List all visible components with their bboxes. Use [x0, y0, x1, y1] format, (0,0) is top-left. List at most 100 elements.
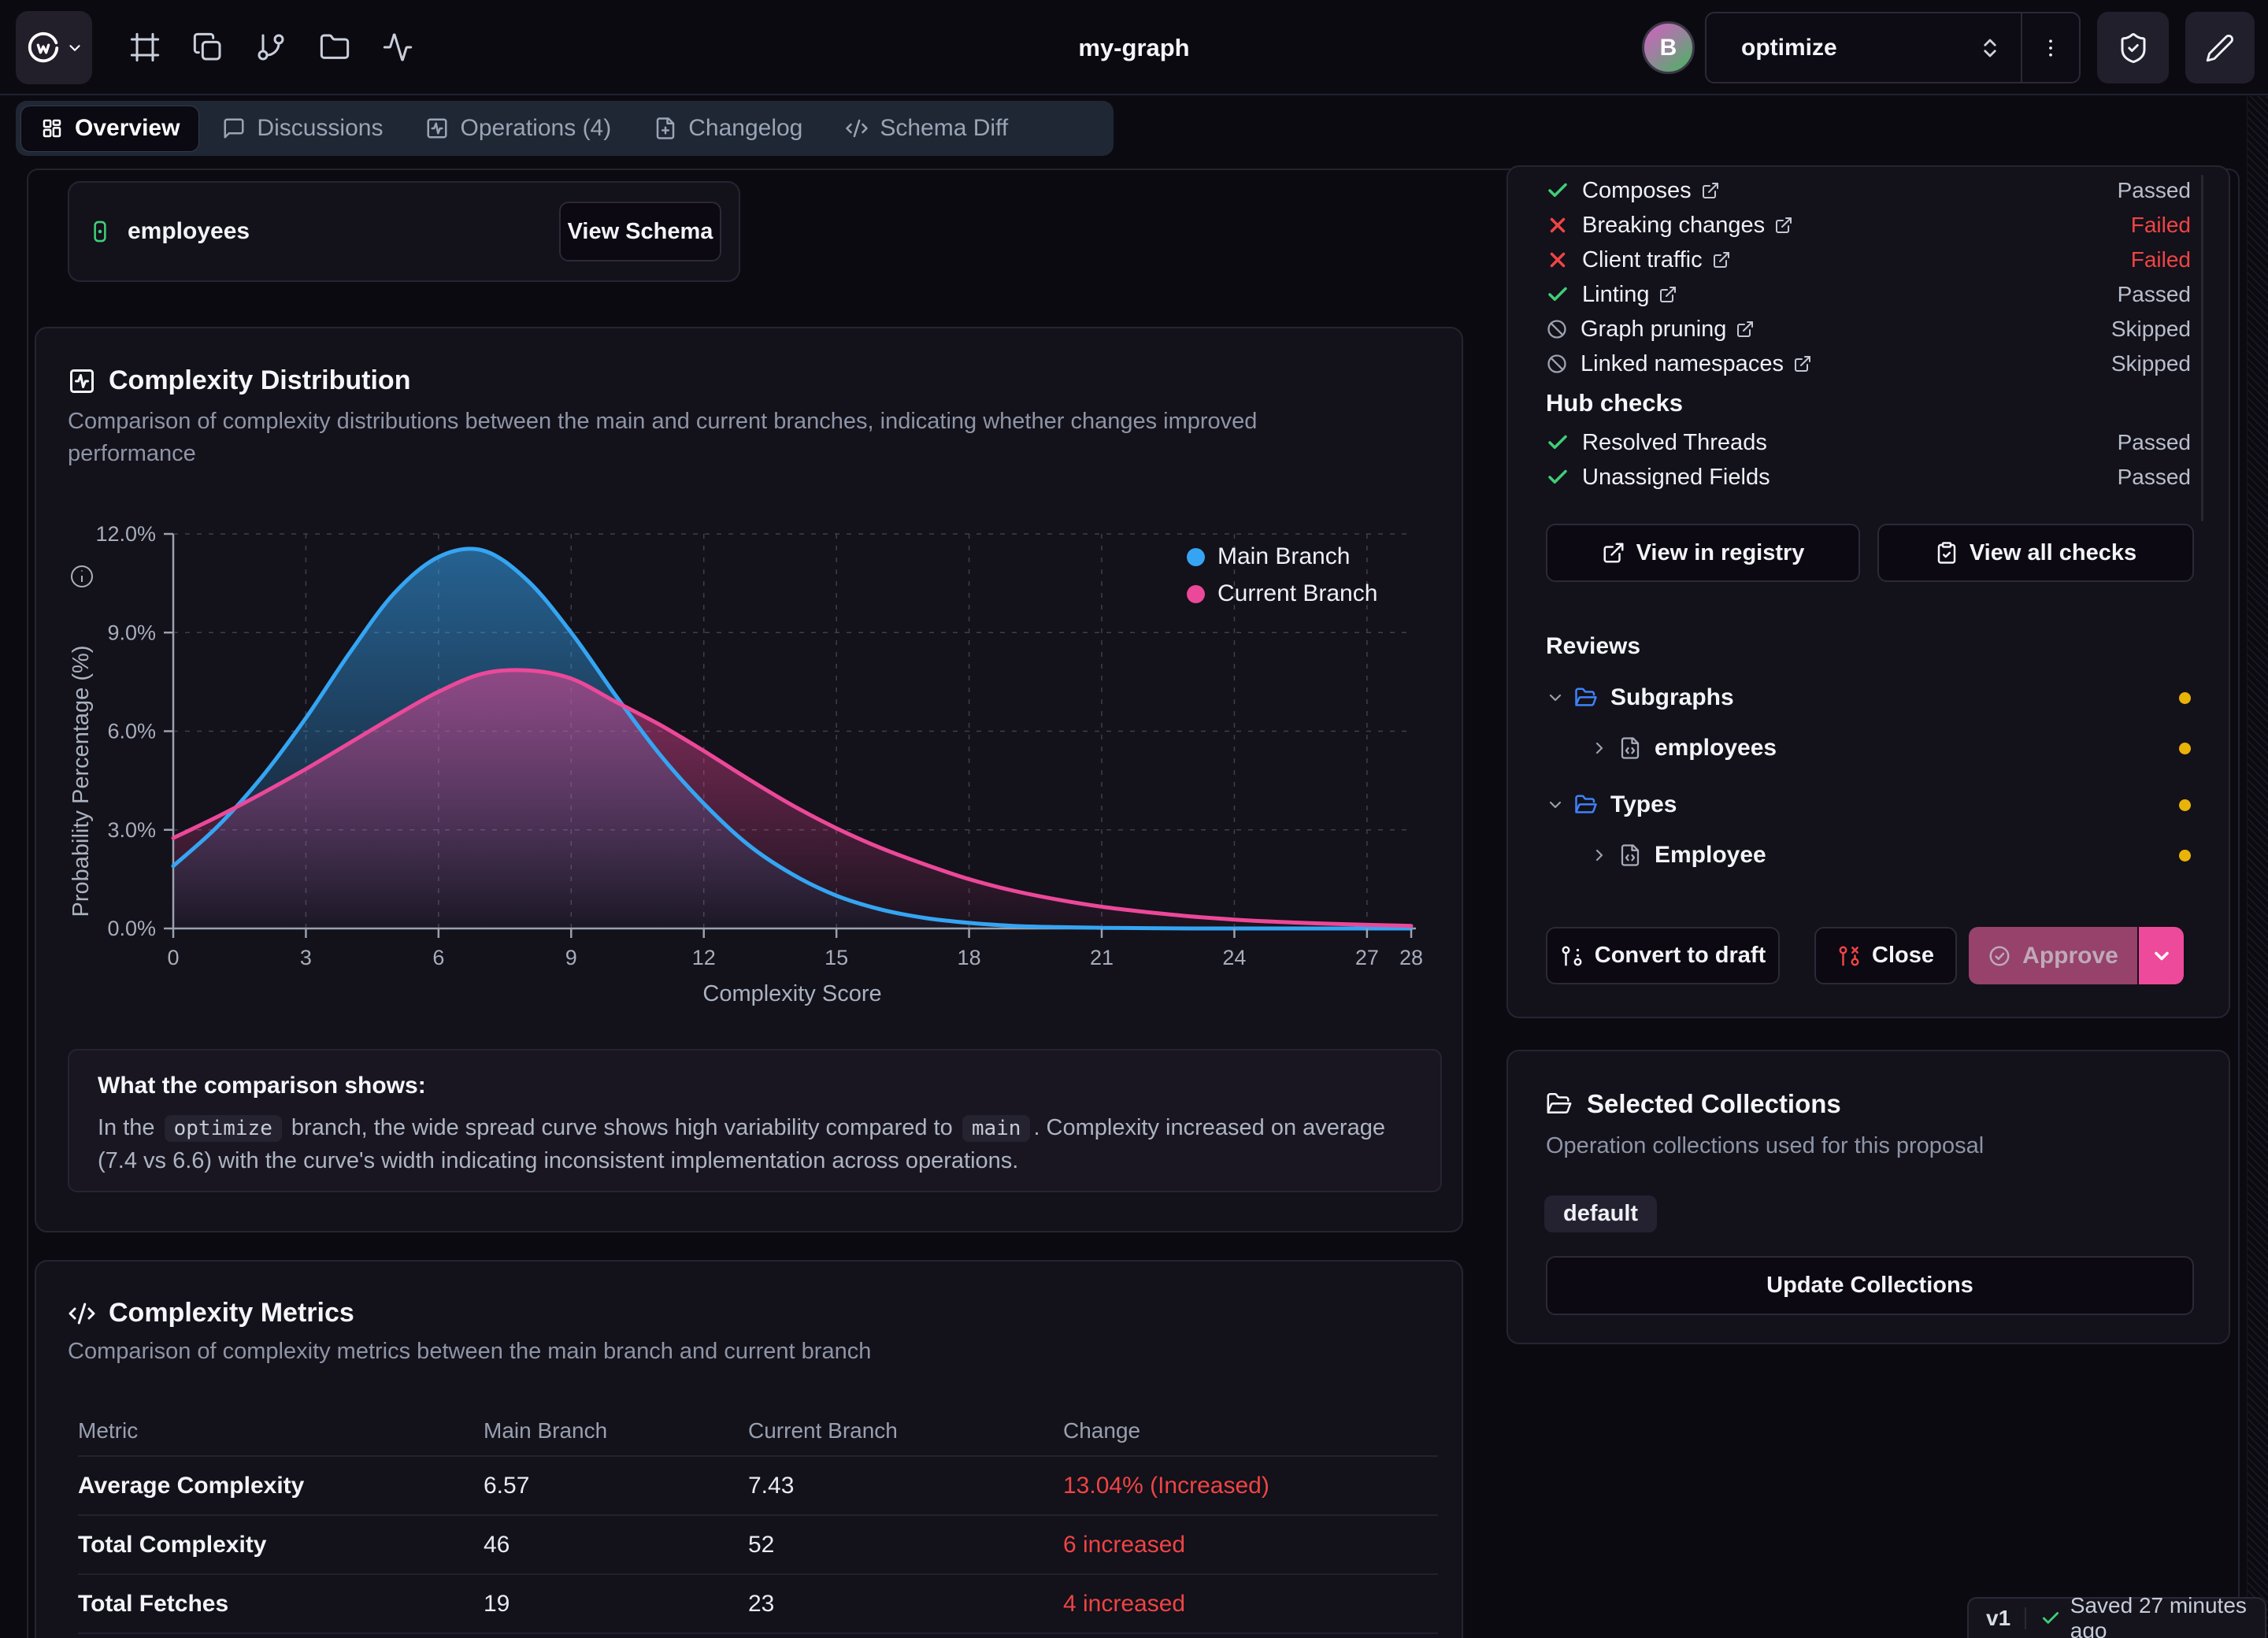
wundergraph-logo-icon [25, 30, 61, 66]
svg-text:12: 12 [692, 946, 716, 969]
checks-list: Composes Passed Breaking changes Failed … [1508, 173, 2229, 381]
tree-item-label: employees [1655, 735, 1777, 762]
explanation-body: In the optimize branch, the wide spread … [98, 1112, 1412, 1177]
branch-select[interactable]: optimize [1707, 13, 2021, 82]
svg-text:0: 0 [167, 946, 179, 969]
view-in-registry-button[interactable]: View in registry [1546, 524, 1860, 582]
subgraph-card: employees View Schema [68, 181, 740, 282]
external-link-icon[interactable] [1736, 320, 1755, 339]
check-icon [1546, 283, 1569, 306]
comparison-explanation: What the comparison shows: In the optimi… [68, 1049, 1442, 1192]
version-badge: v1 [1986, 1606, 2010, 1631]
metrics-description: Comparison of complexity metrics between… [68, 1336, 871, 1368]
avatar-initial: B [1660, 35, 1677, 61]
check-row: Linting Passed [1546, 277, 2191, 312]
divider [2025, 1607, 2026, 1629]
nav-frame-button[interactable] [121, 24, 169, 71]
external-link-icon [1602, 541, 1625, 565]
activity-icon [382, 32, 413, 63]
circle-check-icon [1988, 944, 2011, 968]
tab-overview[interactable]: Overview [21, 106, 198, 151]
check-icon [1546, 179, 1569, 202]
app-root: my-graph B optimize OverviewDiscussionsO… [0, 0, 2268, 1638]
edit-button[interactable] [2185, 12, 2255, 83]
ban-icon [1546, 318, 1568, 340]
svg-text:9: 9 [565, 946, 577, 969]
tab-operations-4-[interactable]: Operations (4) [406, 106, 630, 151]
chevron-down-icon [2151, 945, 2173, 967]
tab-label: Schema Diff [880, 115, 1008, 142]
external-link-icon[interactable] [1793, 354, 1812, 373]
update-collections-button[interactable]: Update Collections [1546, 1256, 2194, 1315]
tree-item-employees[interactable]: employees [1546, 726, 2191, 770]
column-header: Metric [78, 1418, 484, 1443]
pending-review-dot [2179, 692, 2191, 704]
svg-text:27: 27 [1355, 946, 1379, 969]
button-label: Close [1872, 943, 1934, 969]
tree-item-types[interactable]: Types [1546, 783, 2191, 827]
svg-text:21: 21 [1090, 946, 1114, 969]
nav-folder-button[interactable] [311, 24, 358, 71]
more-options-button[interactable] [2022, 13, 2079, 82]
metric-name: Average Complexity [78, 1473, 484, 1499]
external-link-icon[interactable] [1701, 181, 1720, 200]
file-code-icon [1618, 736, 1642, 760]
file-plus-icon [654, 117, 677, 140]
copy-icon [192, 32, 224, 63]
current-branch-value: 7.43 [748, 1473, 1063, 1499]
svg-text:24: 24 [1222, 946, 1246, 969]
page-scrollbar[interactable] [2247, 96, 2268, 1638]
policies-button[interactable] [2097, 12, 2169, 83]
logo-menu-button[interactable] [16, 11, 92, 84]
pencil-icon [2205, 33, 2235, 63]
chevron-down-icon [1546, 795, 1565, 814]
dashboard-icon [40, 117, 64, 140]
complexity-distribution-card: Complexity Distribution Comparison of co… [35, 327, 1463, 1232]
folder-open-icon [1546, 1091, 1573, 1117]
tree-item-employee[interactable]: Employee [1546, 833, 2191, 877]
close-proposal-button[interactable]: Close [1814, 927, 1957, 984]
collections-description: Operation collections used for this prop… [1546, 1130, 1984, 1162]
svg-text:Complexity Score: Complexity Score [702, 981, 881, 1006]
check-status: Passed [2118, 178, 2191, 203]
svg-text:0.0%: 0.0% [107, 917, 156, 940]
external-link-icon[interactable] [1712, 250, 1731, 269]
convert-to-draft-button[interactable]: Convert to draft [1546, 927, 1780, 984]
nav-git-branch-button[interactable] [247, 24, 295, 71]
proposal-actions: Convert to draft Close Approve [1546, 927, 2194, 984]
external-link-icon[interactable] [1774, 216, 1793, 235]
metrics-title: Complexity Metrics [109, 1298, 354, 1329]
tree-item-subgraphs[interactable]: Subgraphs [1546, 676, 2191, 720]
svg-text:6: 6 [432, 946, 444, 969]
column-header: Change [1063, 1418, 1438, 1443]
check-label: Unassigned Fields [1582, 465, 1770, 491]
external-link-icon[interactable] [1658, 285, 1677, 304]
message-square-icon [222, 117, 246, 140]
folder-icon [319, 32, 350, 63]
pending-review-dot [2179, 743, 2191, 754]
legend-item-current-branch[interactable]: Current Branch [1187, 580, 1377, 607]
nav-activity-button[interactable] [374, 24, 421, 71]
approve-dropdown-button[interactable] [2137, 927, 2184, 984]
legend-dot-current [1187, 585, 1205, 603]
svg-text:15: 15 [825, 946, 848, 969]
avatar[interactable]: B [1642, 21, 1695, 74]
main-branch-value: 19 [484, 1591, 748, 1618]
check-row: Linked namespaces Skipped [1546, 346, 2191, 381]
check-row: Composes Passed [1546, 173, 2191, 208]
button-label: View in registry [1636, 540, 1805, 566]
x-icon [1546, 248, 1569, 272]
legend-item-main-branch[interactable]: Main Branch [1187, 543, 1377, 570]
button-label: Approve [2022, 943, 2118, 969]
tab-changelog[interactable]: Changelog [635, 106, 821, 151]
nav-copy-button[interactable] [184, 24, 232, 71]
table-header-row: MetricMain BranchCurrent BranchChange [78, 1406, 1438, 1457]
square-activity-icon [425, 117, 449, 140]
tab-schema-diff[interactable]: Schema Diff [826, 106, 1027, 151]
tab-discussions[interactable]: Discussions [203, 106, 402, 151]
svg-text:12.0%: 12.0% [95, 522, 156, 546]
subgraph-icon [87, 218, 113, 245]
approve-button[interactable]: Approve [1969, 927, 2137, 984]
view-all-checks-button[interactable]: View all checks [1877, 524, 2194, 582]
view-schema-button[interactable]: View Schema [559, 202, 721, 261]
